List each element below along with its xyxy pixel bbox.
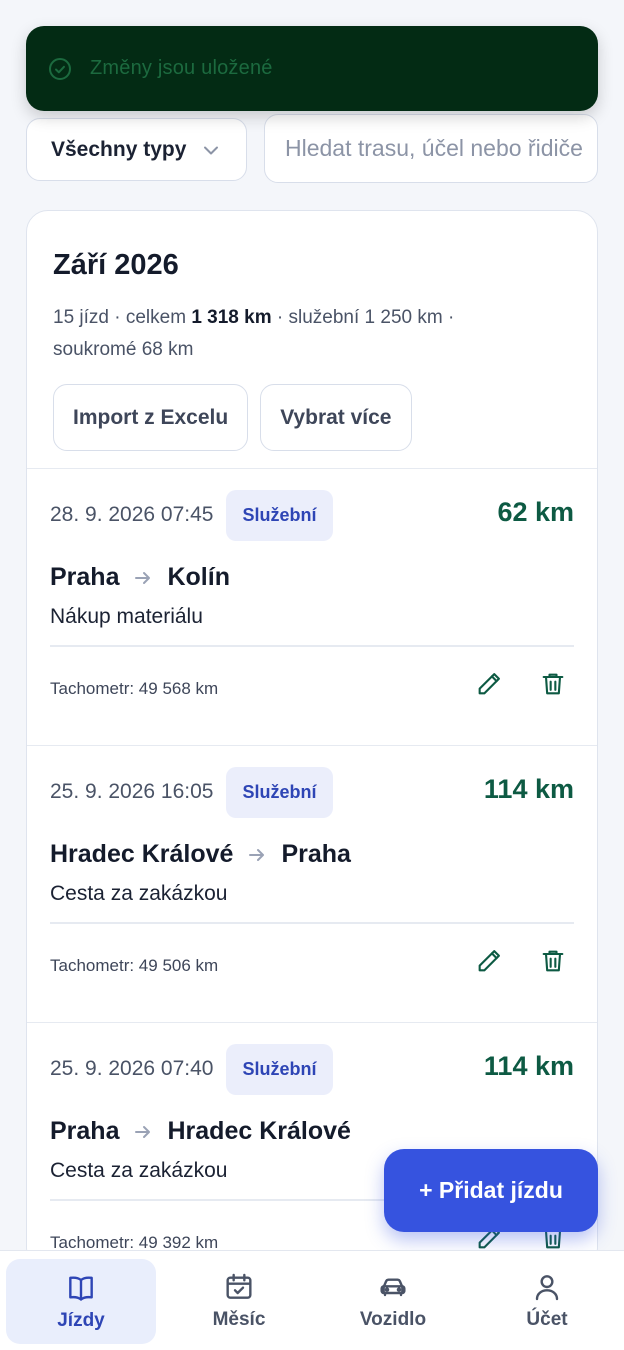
trip-distance: 114 km [483,1051,574,1081]
trash-icon[interactable] [539,947,567,975]
nav-label-vehicle: Vozidlo [359,1308,427,1330]
arrow-right-icon [247,845,267,865]
saved-toast: Změny jsou uložené [26,26,598,111]
trip-datetime: 28. 9. 2026 07:45 [50,503,214,526]
nav-item-account[interactable]: Účet [470,1251,624,1350]
nav-label-month: Měsíc [212,1308,266,1330]
add-trip-button[interactable]: + Přidat jízdu [384,1149,598,1232]
trip-purpose: Cesta za zakázkou [50,1159,228,1182]
summary-prefix: 15 jízd · celkem [53,307,192,328]
nav-label-trips: Jízdy [57,1309,105,1331]
arrow-right-icon [133,1122,153,1142]
trip-distance: 114 km [483,774,574,804]
trip-topline: 25. 9. 2026 07:40 Služební 114 km [50,1043,574,1095]
trip-datetime: 25. 9. 2026 07:40 [50,1057,214,1080]
search-field[interactable] [264,114,598,183]
nav-item-vehicle[interactable]: Vozidlo [316,1251,470,1350]
trip-type-badge: Služební [226,1043,333,1095]
calendar-check-icon [223,1271,255,1303]
route-from: Praha [50,563,120,591]
route-from: Praha [50,1117,120,1145]
trip-divider [50,645,574,647]
month-summary: 15 jízd · celkem 1 318 km · služební 1 2… [53,302,523,366]
trip-distance: 62 km [497,497,574,527]
type-filter-select[interactable]: Všechny typy [26,118,247,181]
search-input[interactable] [285,135,597,162]
trip-route: Praha Hradec Králové [50,1117,351,1146]
trip-row[interactable]: 25. 9. 2026 16:05 Služební 114 km Hradec… [27,746,597,1023]
trip-topline: 25. 9. 2026 16:05 Služební 114 km [50,766,574,818]
nav-item-month[interactable]: Měsíc [162,1251,316,1350]
route-from: Hradec Králové [50,840,234,868]
import-excel-button[interactable]: Import z Excelu [53,384,249,451]
nav-item-trips[interactable]: Jízdy [6,1259,156,1344]
month-title: Září 2026 [53,249,179,281]
trip-odometer: Tachometr: 49 568 km [50,679,219,698]
trip-datetime: 25. 9. 2026 16:05 [50,780,214,803]
route-to: Praha [281,840,351,868]
trip-topline: 28. 9. 2026 07:45 Služební 62 km [50,489,574,541]
trip-divider [50,922,574,924]
trips-page: Změny jsou uložené Všechny typy Září 202… [0,0,624,1350]
trip-actions [475,947,567,975]
nav-label-account: Účet [526,1308,568,1330]
trip-odometer: Tachometr: 49 506 km [50,956,219,975]
trip-row[interactable]: 28. 9. 2026 07:45 Služební 62 km Praha K… [27,469,597,746]
trip-actions [475,670,567,698]
edit-icon[interactable] [475,670,503,698]
bottom-nav: Jízdy Měsíc Vozidlo Účet [0,1250,624,1350]
user-icon [531,1271,563,1303]
trip-type-badge: Služební [226,766,333,818]
toast-text: Změny jsou uložené [90,57,273,79]
chevron-down-icon [202,141,220,159]
trip-type-badge: Služební [226,489,333,541]
trip-purpose: Cesta za zakázkou [50,882,228,905]
route-to: Kolín [167,563,230,591]
arrow-right-icon [133,568,153,588]
check-circle-icon [48,57,72,81]
month-header: Září 2026 15 jízd · celkem 1 318 km · sl… [27,211,597,469]
trip-route: Hradec Králové Praha [50,840,351,869]
trash-icon[interactable] [539,670,567,698]
book-icon [65,1272,97,1304]
trip-row[interactable]: 25. 9. 2026 07:40 Služební 114 km Praha … [27,1023,597,1269]
month-card: Září 2026 15 jízd · celkem 1 318 km · sl… [26,210,598,1270]
edit-icon[interactable] [475,947,503,975]
trip-route: Praha Kolín [50,563,230,592]
summary-total: 1 318 km [191,307,272,328]
route-to: Hradec Králové [167,1117,351,1145]
car-icon [377,1271,409,1303]
trip-purpose: Nákup materiálu [50,605,203,628]
month-actions: Import z Excelu Vybrat více [53,384,571,451]
select-multiple-button[interactable]: Vybrat více [260,384,412,451]
type-filter-label: Všechny typy [51,137,187,161]
